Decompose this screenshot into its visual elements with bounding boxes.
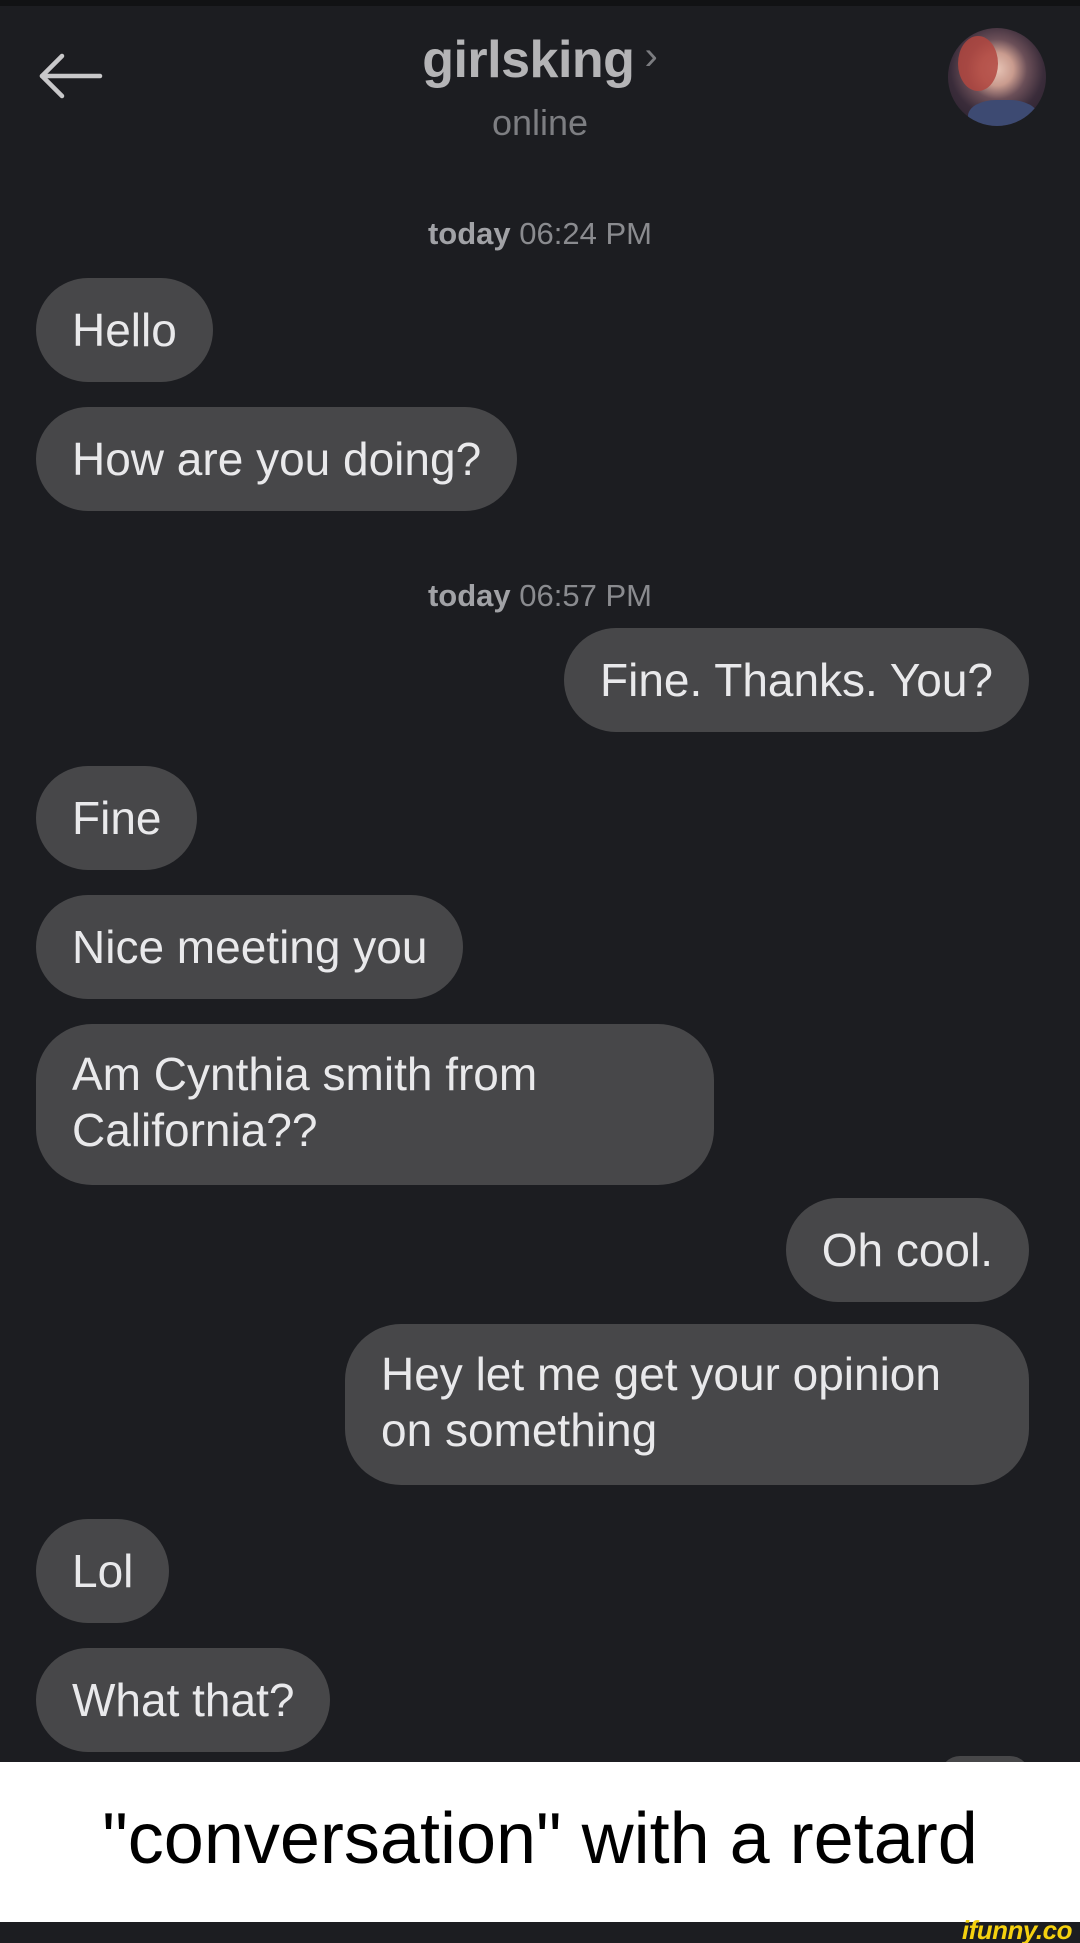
footer-bar: [0, 1922, 1080, 1943]
message-bubble-incoming[interactable]: What that?: [36, 1648, 331, 1752]
avatar[interactable]: [948, 28, 1046, 126]
timestamp-day: today: [427, 578, 511, 613]
timestamp-time: 06:24 PM: [519, 216, 652, 251]
avatar-hair-shape: [958, 36, 998, 91]
avatar-shirt-shape: [968, 100, 1038, 126]
message-bubble-incoming[interactable]: Nice meeting you: [36, 895, 464, 999]
chevron-right-icon[interactable]: ›: [644, 34, 657, 79]
meme-caption: "conversation" with a retard: [102, 1799, 978, 1879]
message-bubble-outgoing[interactable]: Hey let me get your opinion on something: [345, 1324, 1029, 1485]
message-bubble-incoming[interactable]: Hello: [36, 278, 213, 382]
message-bubble-incoming[interactable]: Am Cynthia smith from California??: [36, 1024, 714, 1185]
chat-screen: girlsking › online today 06:24 PM Hello H…: [0, 0, 1080, 1762]
message-bubble-outgoing[interactable]: Fine. Thanks. You?: [564, 628, 1029, 732]
message-bubble-outgoing[interactable]: Oh cool.: [785, 1198, 1029, 1302]
meme-caption-bar: "conversation" with a retard: [0, 1762, 1080, 1922]
contact-status: online: [491, 102, 589, 143]
status-strip: [0, 0, 1080, 6]
timestamp-time: 06:57 PM: [519, 578, 652, 613]
chat-header: girlsking ›: [0, 30, 1080, 90]
message-bubble-incoming[interactable]: Lol: [36, 1519, 170, 1623]
message-bubble-incoming[interactable]: How are you doing?: [36, 407, 518, 511]
timestamp: today 06:24 PM: [0, 216, 1080, 252]
message-bubble-incoming[interactable]: Fine: [36, 766, 198, 870]
ifunny-watermark: ifunny.co: [961, 1915, 1073, 1943]
timestamp-day: today: [427, 216, 511, 251]
contact-name[interactable]: girlsking: [422, 30, 635, 90]
screenshot: girlsking › online today 06:24 PM Hello H…: [0, 0, 1080, 1943]
timestamp: today 06:57 PM: [0, 578, 1080, 614]
